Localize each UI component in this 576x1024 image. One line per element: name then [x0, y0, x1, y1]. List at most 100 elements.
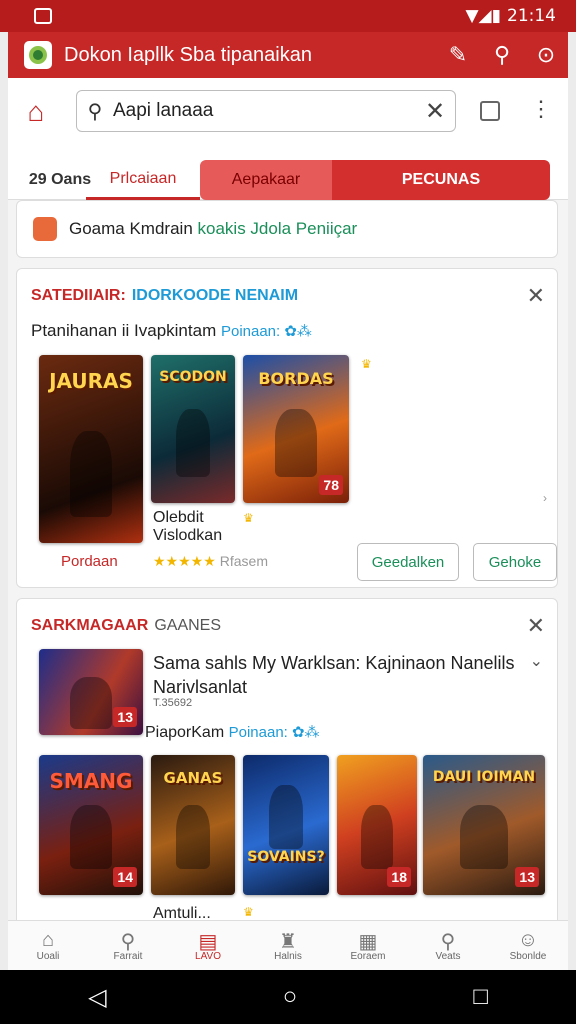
game-cover-7[interactable]: 18	[337, 755, 417, 895]
game-cover-2[interactable]: SCODON	[151, 355, 235, 503]
nav-label: Sbonlde	[509, 951, 547, 962]
home-circle-icon[interactable]: ○	[283, 983, 298, 1011]
featured-cover[interactable]: 13	[39, 649, 143, 735]
status-time: 21:14	[507, 6, 556, 26]
nav-apps[interactable]: ▤ LAVO	[168, 921, 248, 970]
game-cover-3[interactable]: BORDAS 78	[243, 355, 349, 503]
search-icon: ⚲	[440, 931, 456, 953]
crown-icon: ♛	[243, 511, 254, 525]
tab-recommended[interactable]: Prlcaiaan	[86, 160, 200, 200]
crown-icon: ♛	[243, 905, 254, 919]
chevron-right-icon[interactable]: ›	[543, 491, 547, 505]
section-title: SARKMAGAAR	[31, 617, 149, 634]
tab-bar: 29 Oans Prlcaiaan Aepakaar PECUNAS	[8, 146, 568, 200]
signal-icons: ▼◢▮	[465, 6, 501, 26]
featured-title[interactable]: Sama sahls My Warklsan: Kajninaon Naneli…	[153, 651, 543, 699]
search-magnifier-icon: ⚲	[87, 100, 103, 123]
nav-games[interactable]: ♜ Halnis	[248, 921, 328, 970]
featured-sub-blue: Poinaan: ✿⁂	[228, 724, 320, 741]
game-cover-5[interactable]: GANAS	[151, 755, 235, 895]
search-box: ⚲ ✕	[76, 90, 456, 132]
search-icon[interactable]: ⚲	[480, 33, 524, 77]
status-bar: ▼◢▮ 21:14	[0, 0, 576, 32]
chevron-down-icon[interactable]: ⌄	[530, 651, 543, 671]
movie-icon: ▦	[358, 931, 378, 953]
pordaan-link[interactable]: Pordaan	[61, 553, 118, 570]
nav-label: Veats	[435, 951, 461, 962]
promo-icon	[33, 217, 57, 241]
cover-title: DAUI IOIMAN	[432, 769, 536, 785]
tab-days[interactable]: 29 Oans	[28, 160, 92, 200]
download-button[interactable]: Geedalken	[357, 543, 459, 581]
crown-icon: ♛	[361, 357, 372, 371]
chess-icon: ♜	[279, 931, 297, 953]
game-cover-6[interactable]: SOVAINS?	[243, 755, 329, 895]
search-row: ⌂ ⚲ ✕ ⋮	[8, 78, 568, 146]
recents-icon[interactable]: □	[473, 983, 488, 1011]
notification-icon	[34, 8, 52, 24]
home-icon[interactable]: ⌂	[8, 84, 64, 140]
more-options-icon[interactable]: ⋮	[530, 96, 552, 122]
nav-search[interactable]: ⚲ Farrait	[88, 921, 168, 970]
age-badge: 78	[319, 475, 343, 495]
bottom-navigation: ⌂ Uoali ⚲ Farrait ▤ LAVO ♜ Halnis ▦ Eoraem ⚲ V…	[8, 920, 568, 970]
age-badge: 18	[387, 867, 411, 887]
game-cover-4[interactable]: SMANG 14	[39, 755, 143, 895]
app-logo	[24, 41, 52, 69]
age-badge: 13	[113, 707, 137, 727]
nav-label: LAVO	[195, 951, 221, 962]
featured-sub: PiaporKam	[145, 724, 225, 741]
age-badge: 14	[113, 867, 137, 887]
nav-label: Uoali	[36, 951, 60, 962]
nav-explore[interactable]: ⚲ Veats	[408, 921, 488, 970]
promo-green-text: koakis Jdola Peniiçar	[197, 219, 358, 238]
app-bar: Dokon Iapllk Sba tipanaikan ✎ ⚲ ⊙	[8, 32, 568, 78]
section-subtitle: IDORKOODE NENAIM	[131, 287, 299, 304]
game-cover-1[interactable]: JAURAS	[39, 355, 143, 543]
cover-title: JAURAS	[49, 369, 133, 393]
close-icon[interactable]: ✕	[527, 283, 545, 309]
rating-text: Rfasem	[219, 553, 268, 569]
promo-text: Goama Kmdrain	[69, 219, 193, 238]
section-desc-blue: Poinaan: ✿⁂	[220, 323, 312, 340]
tab-popular[interactable]: Aepakaar	[200, 160, 332, 200]
game-title[interactable]: Olebdit Vislodkan	[153, 509, 222, 545]
apps-icon: ▤	[198, 931, 218, 953]
close-icon[interactable]: ✕	[527, 613, 545, 639]
nav-label: Eoraem	[350, 951, 386, 962]
nav-label: Halnis	[274, 951, 302, 962]
details-button[interactable]: Gehoke	[473, 543, 557, 581]
app-title: Dokon Iapllk Sba tipanaikan	[64, 43, 312, 66]
cover-title: SOVAINS?	[247, 849, 325, 865]
section-games: SARKMAGAAR GAANES ✕ 13 Sama sahls My Wark…	[16, 598, 558, 970]
section-subtitle: GAANES	[154, 617, 222, 634]
back-icon[interactable]: ◁	[88, 983, 106, 1012]
main-content: ⌂ ⚲ ✕ ⋮ 29 Oans Prlcaiaan Aepakaar PECUN…	[8, 78, 568, 970]
clear-icon[interactable]: ✕	[415, 97, 455, 126]
screen-icon[interactable]	[480, 101, 500, 121]
cover-title: SMANG	[49, 769, 133, 793]
brush-icon[interactable]: ✎	[436, 33, 480, 77]
cover-title: SCODON	[159, 369, 227, 385]
nav-profile[interactable]: ☺ Sbonlde	[488, 921, 568, 970]
cover-title: BORDAS	[258, 369, 334, 388]
system-navigation: ◁ ○ □	[0, 970, 576, 1024]
nav-movies[interactable]: ▦ Eoraem	[328, 921, 408, 970]
promo-banner[interactable]: Goama Kmdrain koakis Jdola Peniiçar	[16, 200, 558, 258]
profile-icon: ☺	[517, 929, 539, 951]
tab-games[interactable]: PECUNAS	[332, 160, 550, 200]
search-input[interactable]	[113, 100, 415, 122]
settings-icon[interactable]: ⊙	[524, 33, 568, 77]
featured-meta: T.35692	[153, 697, 193, 709]
cover-title: GANAS	[163, 769, 223, 787]
home-icon: ⌂	[41, 929, 55, 951]
nav-label: Farrait	[113, 951, 143, 962]
search-icon: ⚲	[120, 931, 136, 953]
nav-home[interactable]: ⌂ Uoali	[8, 921, 88, 970]
game-cover-8[interactable]: DAUI IOIMAN 13	[423, 755, 545, 895]
age-badge: 13	[515, 867, 539, 887]
section-featured: SATEDIIAIR: IDORKOODE NENAIM ✕ Ptanihanan…	[16, 268, 558, 588]
section-title: SATEDIIAIR:	[31, 287, 126, 304]
rating: ★★★★★ Rfasem	[153, 553, 268, 570]
rating-stars: ★★★★★	[153, 553, 216, 569]
